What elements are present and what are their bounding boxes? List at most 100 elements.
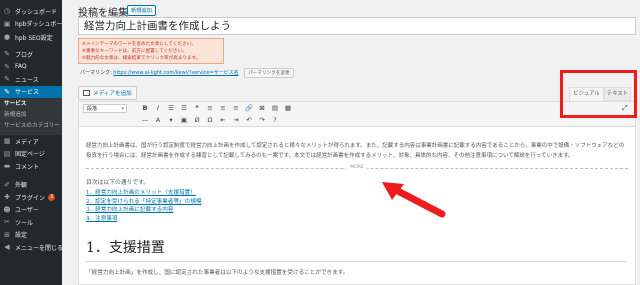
add-new-button[interactable]: 新規追加 — [127, 5, 156, 16]
link-icon[interactable]: 🔗 — [245, 104, 253, 112]
sidebar-item-label: 外観 — [15, 182, 28, 190]
red-arrow-annotation — [382, 182, 446, 218]
sidebar-submenu-services: サービス 新規追加 サービスのカテゴリー — [0, 98, 62, 135]
text-color-icon[interactable]: A — [154, 116, 162, 124]
update-count-badge: 3 — [48, 193, 56, 201]
submenu-item-add-new[interactable]: 新規追加 — [0, 110, 62, 121]
sidebar-item-label: hpb SEO設定 — [15, 34, 53, 42]
sidebar-item-media[interactable]: ▦ メディア — [0, 135, 62, 148]
hpb-seo-icon: ● — [3, 33, 11, 41]
sidebar-item-hpb-seo[interactable]: ● hpb SEO設定 — [0, 30, 62, 44]
sidebar-item-dashboard[interactable]: ◷ ダッシュボード — [0, 5, 62, 18]
sidebar-item-collapse-menu[interactable]: ◀ メニューを閉じる — [0, 241, 62, 254]
sidebar-item-label: コメント — [15, 163, 40, 171]
sidebar-item-settings[interactable]: ⊞ 設定 — [0, 229, 62, 242]
sidebar-item-label: ブログ — [15, 51, 34, 59]
align-right-icon[interactable]: ≡ — [232, 104, 240, 112]
redo-icon[interactable]: ↷ — [258, 116, 266, 124]
table-of-contents: 1．経営力向上計画のメリット（支援措置） 2．認定を受けられる「特定事業者等」の… — [86, 189, 628, 224]
sidebar-item-appearance[interactable]: ✐ 外観 — [0, 179, 62, 192]
toc-link[interactable]: 1．経営力向上計画のメリット（支援措置） — [86, 189, 628, 198]
align-left-icon[interactable]: ≡ — [206, 104, 214, 112]
add-media-button[interactable]: メディアを追加 — [78, 86, 137, 100]
sidebar-item-label: ダッシュボード — [15, 8, 58, 16]
sidebar-item-label: 固定ページ — [15, 151, 45, 159]
format-select[interactable]: 段落 — [83, 104, 127, 113]
read-more-icon[interactable]: ▤ — [271, 104, 279, 112]
numbered-list-icon[interactable]: ☰ — [180, 104, 188, 112]
toolbar-toggle-icon[interactable]: ▦ — [284, 104, 292, 112]
editor-content[interactable]: 経営力向上計画書は、国が行う認定制度で経営力向上計画を作成して認定されると様々な… — [79, 127, 635, 276]
sidebar-item-label: 設定 — [15, 232, 28, 240]
section-heading: 1．支援措置 — [86, 239, 165, 256]
post-title-input[interactable]: 経営力向上計画書を作成しよう — [78, 17, 636, 35]
hpb-dashboard-icon: ▣ — [3, 19, 11, 28]
media-icon — [83, 90, 90, 96]
news-icon: ✎ — [4, 75, 10, 84]
comments-icon: ▬ — [3, 162, 11, 171]
notice-line: ※重要なキーワードは、前方に配置してください。 — [82, 49, 187, 54]
sidebar-item-services[interactable]: ✎ サービス — [0, 85, 62, 98]
sidebar-item-tools[interactable]: ✂ ツール — [0, 216, 62, 229]
content-editor[interactable]: 段落 B I ☰ ☰ ❝ ≡ ≡ ≡ 🔗 ⊠ ▤ ▦ — A ▾ ▣ Ø Ω ⇤… — [78, 101, 636, 285]
permalink-label: パーマリンク: — [80, 70, 112, 76]
horizontal-line-icon[interactable]: — — [141, 116, 149, 124]
posts-icon: ✎ — [4, 50, 10, 59]
sidebar-item-label: ツール — [15, 219, 34, 227]
heading-divider — [86, 260, 626, 262]
submenu-item-services[interactable]: サービス — [0, 99, 62, 110]
intro-paragraph: 経営力向上計画書は、国が行う認定制度で経営力向上計画を作成して認定されると様々な… — [86, 143, 625, 159]
toc-link[interactable]: 2．認定を受けられる「特定事業者等」の規模 — [86, 198, 628, 207]
sidebar-item-pages[interactable]: ▤ 固定ページ — [0, 148, 62, 161]
sidebar-item-plugins[interactable]: ✚ プラグイン 3 — [0, 191, 62, 204]
sidebar-item-users[interactable]: ☻ ユーザー — [0, 204, 62, 217]
sidebar-item-faq[interactable]: ✎ FAQ — [0, 61, 62, 74]
change-permalink-button[interactable]: パーマリンクを変更 — [244, 68, 294, 78]
settings-icon: ⊞ — [4, 230, 10, 239]
undo-icon[interactable]: ↶ — [245, 116, 253, 124]
media-icon: ▦ — [3, 137, 11, 146]
faq-icon: ✎ — [4, 62, 10, 71]
bullet-list-icon[interactable]: ☰ — [167, 104, 175, 112]
admin-sidebar: ◷ ダッシュボード ▣ hpbダッシュボード ● hpb SEO設定 ✎ ブログ… — [0, 0, 62, 285]
tools-icon: ✂ — [4, 218, 10, 227]
users-icon: ☻ — [3, 205, 11, 214]
special-character-icon[interactable]: Ω — [206, 116, 214, 124]
submenu-item-service-categories[interactable]: サービスのカテゴリー — [0, 121, 62, 132]
sidebar-item-hpb-dashboard[interactable]: ▣ hpbダッシュボード — [0, 18, 62, 31]
clear-formatting-icon[interactable]: Ø — [193, 116, 201, 124]
editor-toolbar: 段落 B I ☰ ☰ ❝ ≡ ≡ ≡ 🔗 ⊠ ▤ ▦ — A ▾ ▣ Ø Ω ⇤… — [79, 102, 635, 127]
add-media-label: メディアを追加 — [93, 91, 132, 97]
permalink-url[interactable]: https://www.ai-light.com/kewi/?service=サ… — [113, 70, 238, 76]
appearance-icon: ✐ — [4, 180, 10, 189]
permalink-row: パーマリンク: https://www.ai-light.com/kewi/?s… — [80, 68, 294, 78]
toolbar-row-1: B I ☰ ☰ ❝ ≡ ≡ ≡ 🔗 ⊠ ▤ ▦ — [141, 104, 292, 112]
align-center-icon[interactable]: ≡ — [219, 104, 227, 112]
sidebar-item-blog[interactable]: ✎ ブログ — [0, 48, 62, 61]
sidebar-item-comments[interactable]: ▬ コメント — [0, 160, 62, 173]
outdent-icon[interactable]: ⇤ — [219, 116, 227, 124]
plugins-icon: ✚ — [4, 193, 10, 202]
toc-link[interactable]: 3．経営力向上計画に記載する内容 — [86, 206, 628, 215]
highlight-box — [560, 70, 637, 118]
more-label: MORE — [346, 165, 368, 170]
bold-icon[interactable]: B — [141, 104, 149, 112]
more-separator: MORE — [86, 165, 628, 176]
toc-intro: 目次は以下の通りです。 — [86, 180, 150, 186]
sidebar-item-label: hpbダッシュボード — [15, 21, 62, 29]
unlink-icon[interactable]: ⊠ — [258, 104, 266, 112]
sidebar-item-label: FAQ — [15, 63, 27, 71]
toc-link[interactable]: 4．注意事項 — [86, 215, 628, 224]
sidebar-item-news[interactable]: ✎ ニュース — [0, 73, 62, 86]
paste-text-icon[interactable]: ▣ — [180, 116, 188, 124]
text-color-dropdown-icon[interactable]: ▾ — [167, 116, 175, 124]
blockquote-icon[interactable]: ❝ — [193, 104, 201, 112]
sidebar-item-label: メニューを閉じる — [15, 244, 62, 252]
section-paragraph: 「経営力向上計画」を作成し、国に認定された事業者は以下のような支援措置を受けるこ… — [86, 269, 349, 276]
sidebar-item-label: ユーザー — [15, 207, 39, 215]
indent-icon[interactable]: ⇥ — [232, 116, 240, 124]
collapse-icon: ◀ — [4, 243, 10, 252]
italic-icon[interactable]: I — [154, 104, 162, 112]
sidebar-item-label: プラグイン — [15, 194, 46, 202]
help-icon[interactable]: ? — [271, 116, 279, 124]
